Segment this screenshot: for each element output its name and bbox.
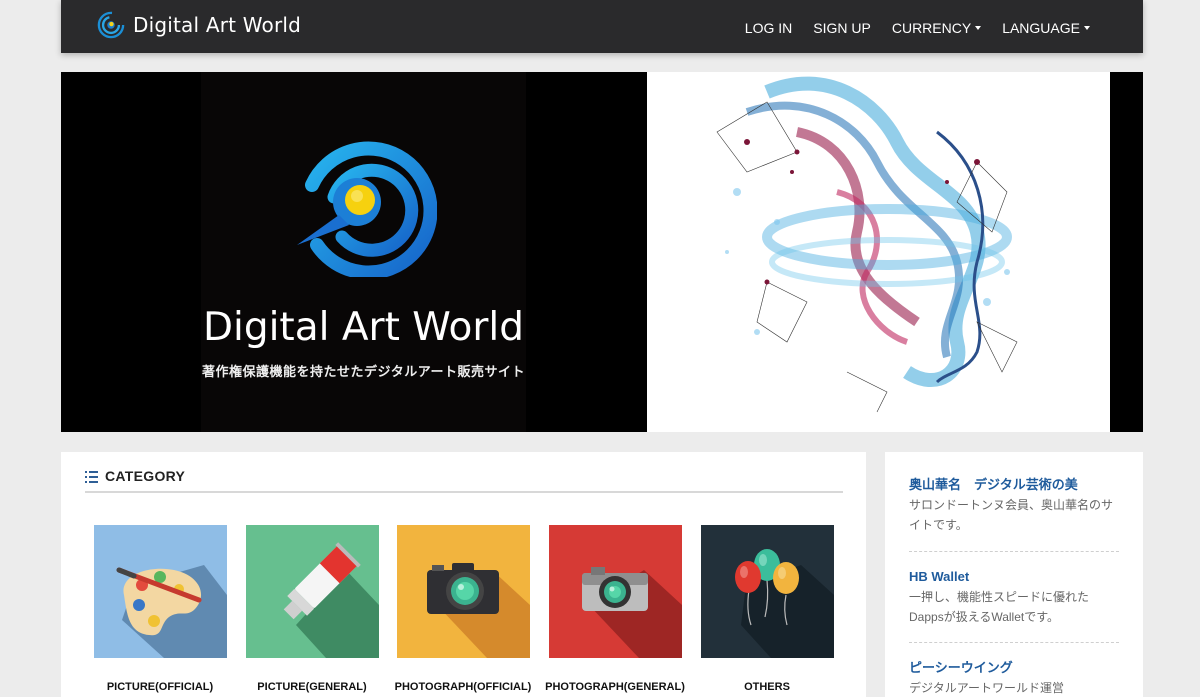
palette-icon (94, 525, 227, 658)
brand-name: Digital Art World (133, 13, 302, 37)
camera-icon (549, 525, 682, 658)
top-navbar: Digital Art World LOG IN SIGN UP CURRENC… (61, 0, 1143, 53)
balloons-icon (701, 525, 834, 658)
category-label-picture-general[interactable]: PICTURE(GENERAL) (236, 681, 388, 693)
category-label-picture-official[interactable]: PICTURE(OFFICIAL) (84, 681, 236, 693)
language-dropdown[interactable]: LANGUAGE (1002, 20, 1090, 36)
sidebar-desc: サロンドートンヌ会員、奥山華名のサイトです。 (909, 498, 1114, 532)
hero-title: Digital Art World (202, 305, 525, 350)
hero-banner[interactable]: Digital Art World 著作権保護機能を持たせたデジタルアート販売サ… (61, 72, 1143, 432)
sidebar-item: ピーシーウイング デジタルアートワールド運営 (909, 660, 1119, 697)
category-panel: CATEGORY PICTURE(OFFICIAL) PICTURE(GENER… (61, 452, 866, 697)
category-label-others[interactable]: OTHERS (691, 681, 843, 693)
chevron-down-icon (975, 26, 982, 30)
category-label-photograph-general[interactable]: PHOTOGRAPH(GENERAL) (539, 681, 691, 693)
hero-artwork-panel (647, 72, 1110, 432)
brand-link[interactable]: Digital Art World (97, 10, 301, 40)
category-label-photograph-official[interactable]: PHOTOGRAPH(OFFICIAL) (387, 681, 539, 693)
hero-subtitle: 著作権保護機能を持たせたデジタルアート販売サイト (202, 364, 525, 379)
category-tile-picture-general[interactable] (246, 525, 379, 658)
sidebar-item: 奥山華名 デジタル芸術の美 サロンドートンヌ会員、奥山華名のサイトです。 (909, 477, 1119, 535)
category-tile-others[interactable] (701, 525, 834, 658)
sidebar-item: HB Wallet 一押し、機能性スピードに優れたDappsが扱えるWallet… (909, 569, 1119, 627)
sidebar-links-panel: 奥山華名 デジタル芸術の美 サロンドートンヌ会員、奥山華名のサイトです。 HB … (885, 452, 1143, 697)
brand-logo-icon (97, 11, 125, 39)
divider (909, 551, 1119, 552)
category-tile-photograph-official[interactable] (397, 525, 530, 658)
login-link[interactable]: LOG IN (745, 20, 792, 36)
category-header: CATEGORY (85, 468, 843, 493)
language-label: LANGUAGE (1002, 20, 1080, 36)
list-icon (85, 471, 98, 483)
paint-tube-icon (246, 525, 379, 658)
camera-icon (397, 525, 530, 658)
category-tile-picture-official[interactable] (94, 525, 227, 658)
sidebar-desc: 一押し、機能性スピードに優れたDappsが扱えるWalletです。 (909, 590, 1090, 624)
nav-menu: LOG IN SIGN UP CURRENCY LANGUAGE (724, 20, 1090, 36)
sidebar-desc: デジタルアートワールド運営 (909, 681, 1065, 695)
sidebar-link-okuyama[interactable]: 奥山華名 デジタル芸術の美 (909, 477, 1119, 493)
chevron-down-icon (1084, 26, 1090, 30)
abstract-face-artwork-icon (716, 76, 1018, 413)
category-tile-photograph-general[interactable] (549, 525, 682, 658)
divider (909, 642, 1119, 643)
sidebar-link-pc-wing[interactable]: ピーシーウイング (909, 660, 1119, 676)
category-title: CATEGORY (105, 468, 186, 484)
currency-dropdown[interactable]: CURRENCY (891, 20, 982, 36)
hero-logo-panel: Digital Art World 著作権保護機能を持たせたデジタルアート販売サ… (201, 72, 526, 432)
signup-link[interactable]: SIGN UP (813, 20, 871, 36)
sidebar-link-hb-wallet[interactable]: HB Wallet (909, 569, 1119, 585)
digital-art-world-logo-icon (297, 141, 437, 277)
currency-label: CURRENCY (891, 20, 972, 36)
